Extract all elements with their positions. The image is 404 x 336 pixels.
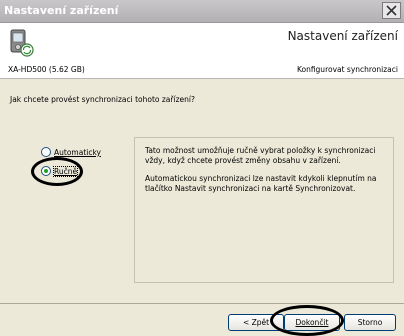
radio-automatic[interactable]: [41, 147, 51, 157]
close-icon: [386, 5, 397, 16]
device-name: XA-HD500 (5.62 GB): [8, 65, 85, 74]
header-title: Nastavení zařízení: [287, 29, 398, 43]
highlight-oval-manual: [31, 157, 83, 186]
wizard-content: Jak chcete provést synchronizaci tohoto …: [0, 79, 404, 303]
device-sync-icon: [8, 28, 34, 60]
highlight-oval-finish: [270, 305, 344, 336]
cancel-button[interactable]: Storno: [344, 314, 396, 331]
wizard-header: Nastavení zařízení XA-HD500 (5.62 GB) Ko…: [0, 23, 404, 78]
description-panel: Tato možnost umožňuje ručně vybrat polož…: [134, 137, 394, 283]
window-title: Nastavení zařízení: [4, 4, 119, 17]
radio-automatic-label[interactable]: Automaticky: [54, 148, 101, 157]
description-text-1: Tato možnost umožňuje ručně vybrat polož…: [145, 146, 376, 165]
title-bar[interactable]: Nastavení zařízení: [0, 0, 404, 23]
sync-question: Jak chcete provést synchronizaci tohoto …: [10, 95, 195, 104]
wizard-footer: < Zpět Dokončit Storno: [0, 304, 404, 336]
back-button-label: < Zpět: [242, 318, 270, 327]
radio-option-automatic[interactable]: Automaticky: [41, 147, 101, 157]
header-subtitle: Konfigurovat synchronizaci: [296, 65, 398, 74]
description-text-2: Automatickou synchronizaci lze nastavit …: [145, 174, 377, 193]
close-button[interactable]: [382, 2, 401, 19]
cancel-button-label: Storno: [357, 318, 383, 327]
